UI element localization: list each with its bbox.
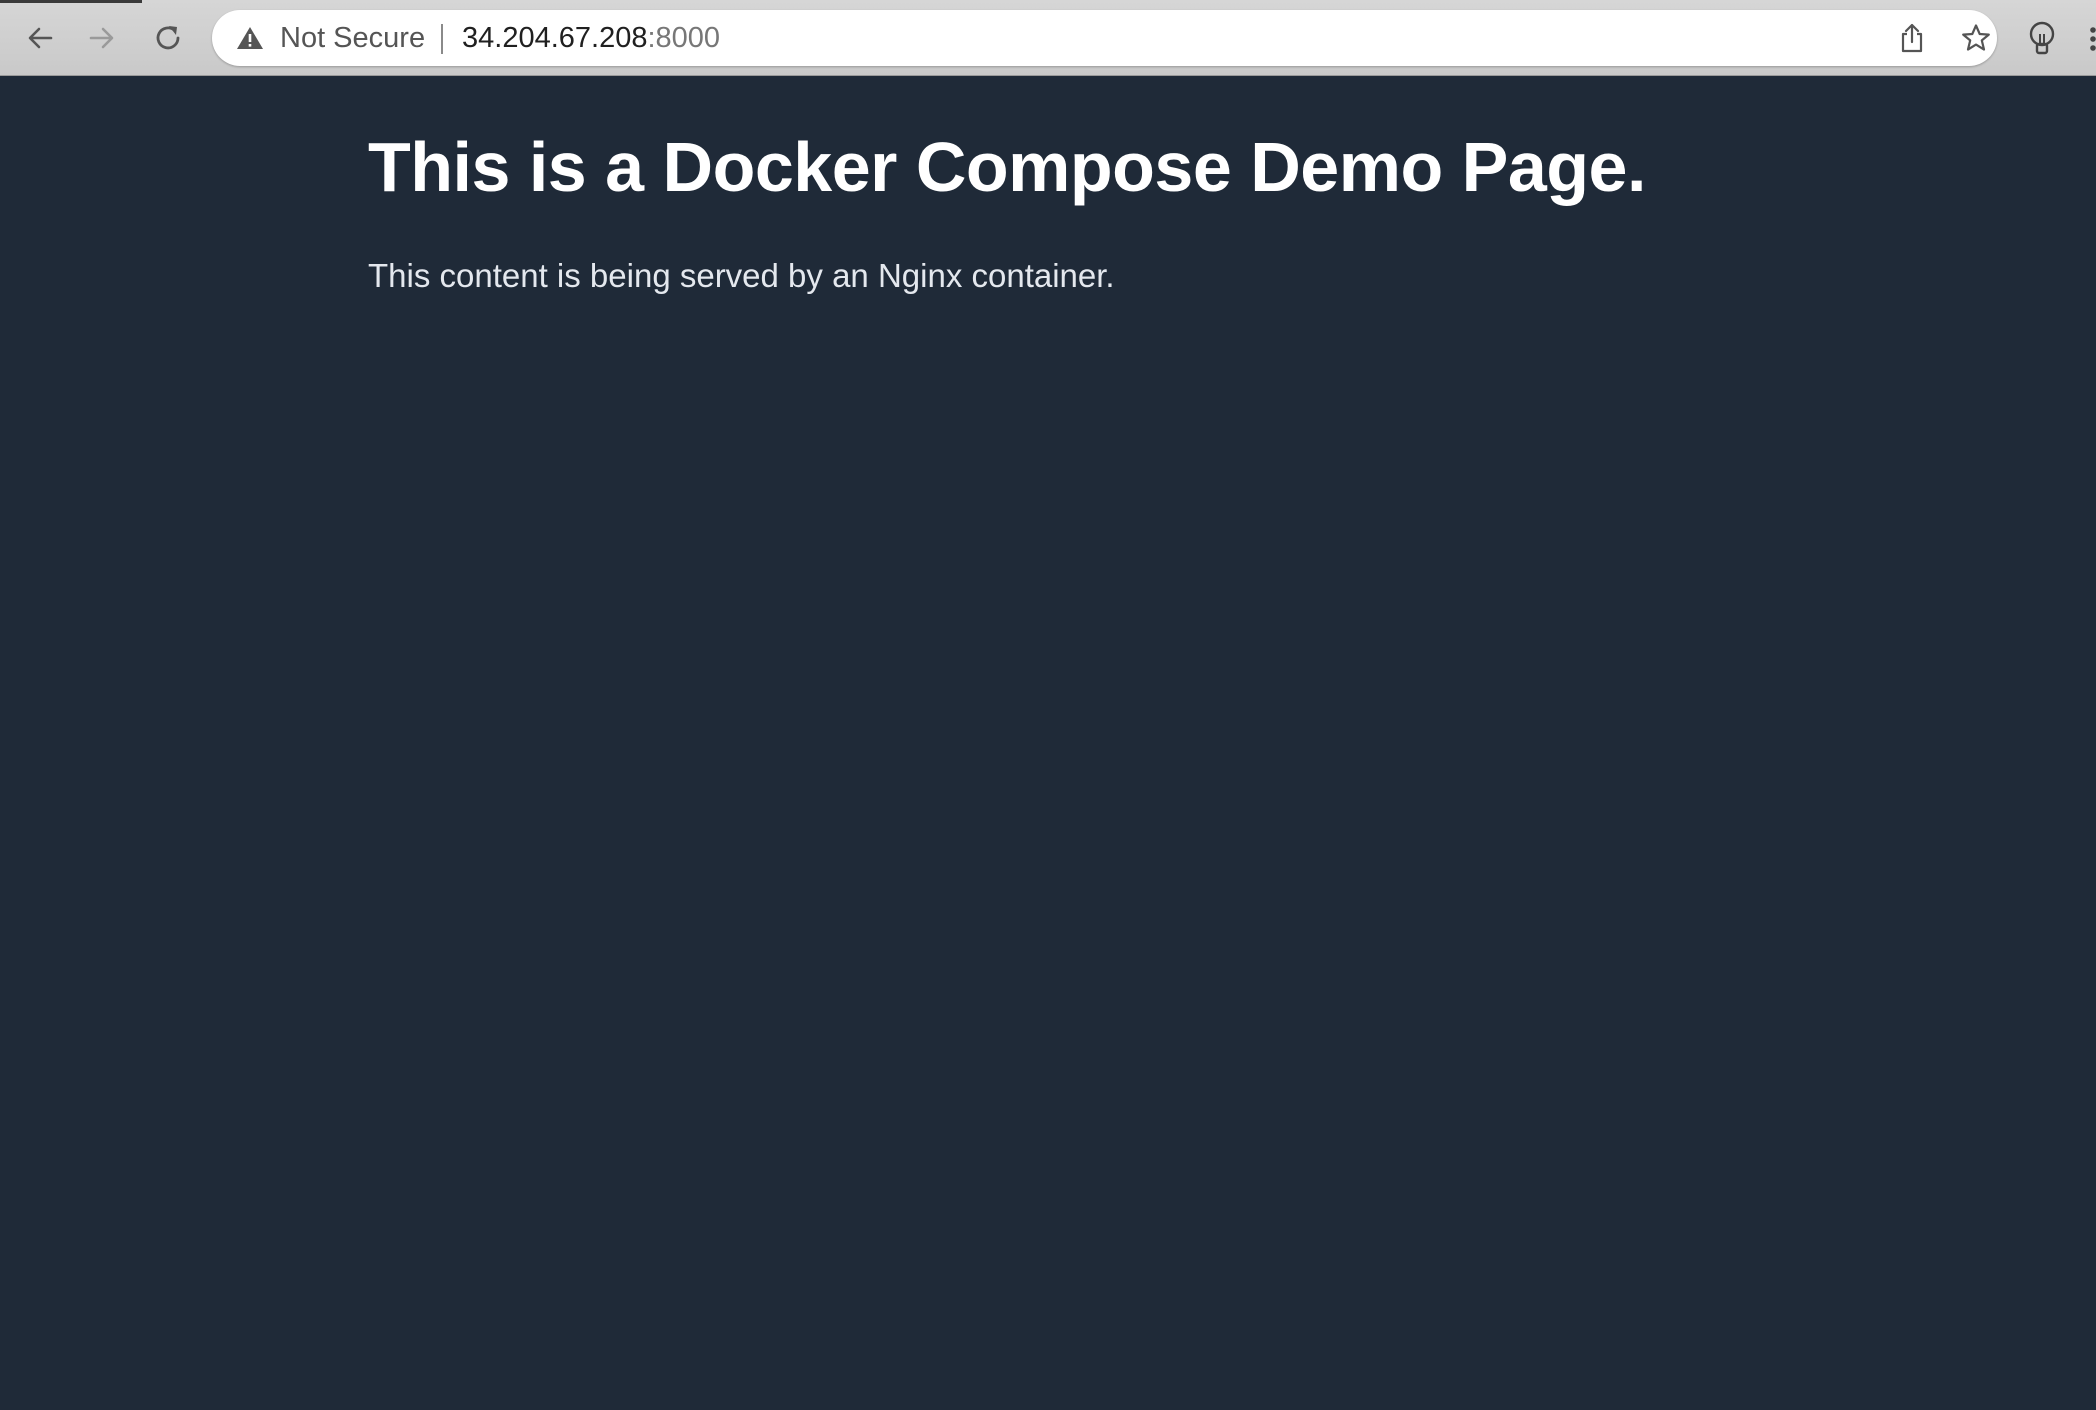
lightbulb-icon[interactable] bbox=[2022, 18, 2062, 58]
url-text[interactable]: 34.204.67.208:8000 bbox=[462, 10, 720, 66]
tab-edge bbox=[0, 0, 142, 3]
browser-toolbar: Not Secure 34.204.67.208:8000 bbox=[0, 0, 2096, 76]
share-button[interactable] bbox=[1896, 22, 1928, 54]
bookmark-button[interactable] bbox=[1960, 22, 1992, 54]
reload-button[interactable] bbox=[146, 16, 190, 60]
menu-dots-icon[interactable] bbox=[2088, 26, 2096, 52]
page-heading: This is a Docker Compose Demo Page. bbox=[368, 128, 1646, 206]
forward-arrow-icon bbox=[89, 27, 114, 49]
url-port: :8000 bbox=[647, 22, 721, 54]
back-arrow-icon bbox=[28, 27, 53, 49]
star-icon bbox=[1962, 24, 1990, 51]
address-bar[interactable]: Not Secure 34.204.67.208:8000 bbox=[212, 10, 1997, 66]
security-indicator-label[interactable]: Not Secure bbox=[280, 10, 425, 66]
url-host: 34.204.67.208 bbox=[462, 22, 648, 54]
back-button[interactable] bbox=[18, 16, 62, 60]
share-icon bbox=[1901, 23, 1923, 53]
page-body-text: This content is being served by an Nginx… bbox=[368, 257, 1115, 294]
omnibox-divider bbox=[441, 24, 443, 54]
reload-icon bbox=[156, 26, 180, 50]
warning-triangle-icon bbox=[237, 27, 263, 49]
page-content: This is a Docker Compose Demo Page. This… bbox=[0, 77, 2096, 1410]
forward-button[interactable] bbox=[80, 16, 124, 60]
